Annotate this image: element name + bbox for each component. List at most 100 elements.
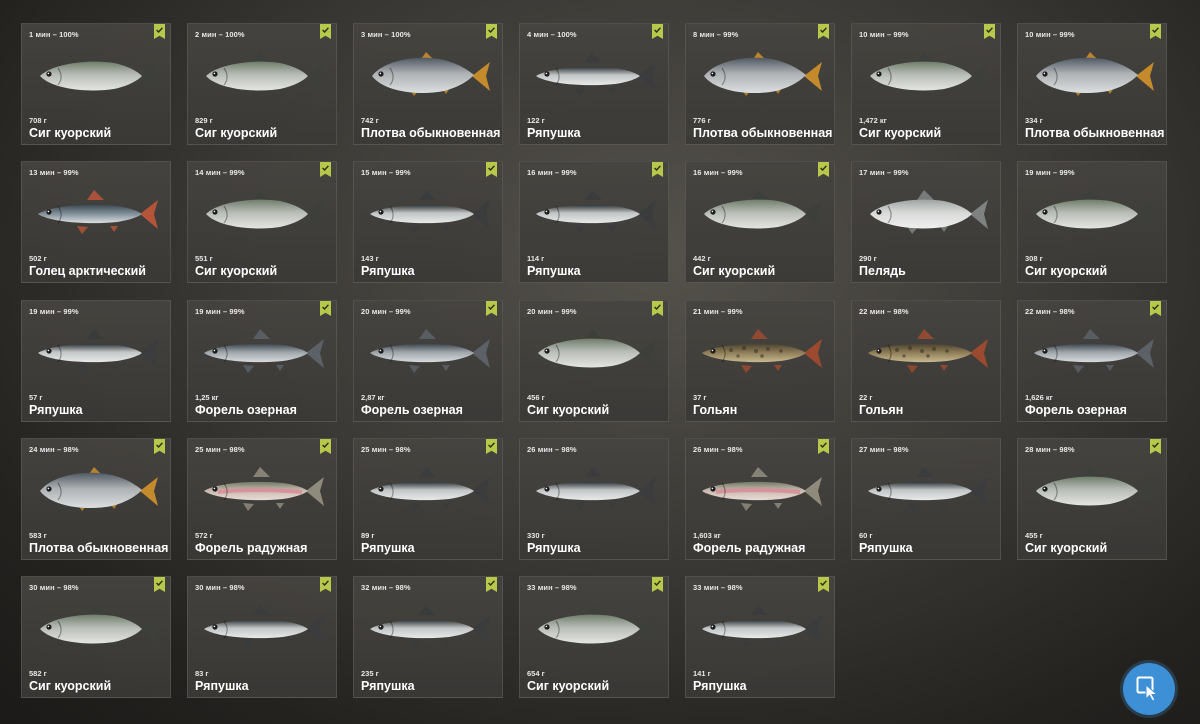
catch-card[interactable]: 32 мин – 98% 235 г Ряпушка: [353, 576, 503, 698]
catch-card[interactable]: 26 мин – 98% 1,603 кг Форель радужная: [685, 438, 835, 560]
cursor-mode-button[interactable]: [1123, 663, 1175, 715]
catch-weight: 455 г: [1025, 531, 1043, 540]
bookmark-check-icon: [154, 577, 165, 592]
fish-name: Ряпушка: [29, 403, 83, 417]
fish-image: [862, 46, 992, 106]
fish-name: Сиг куорский: [29, 679, 112, 693]
fish-name: Ряпушка: [527, 541, 581, 555]
catch-card[interactable]: 10 мин – 99% 1,472 кг Сиг куорский: [851, 23, 1001, 145]
catch-card[interactable]: 33 мин – 98% 141 г Ряпушка: [685, 576, 835, 698]
catch-weight: 141 г: [693, 669, 711, 678]
catch-weight: 334 г: [1025, 116, 1043, 125]
catch-card[interactable]: 20 мин – 99% 456 г Сиг куорский: [519, 300, 669, 422]
fish-image: [696, 46, 826, 106]
catch-weight: 708 г: [29, 116, 47, 125]
catch-card[interactable]: 19 мин – 99% 308 г Сиг куорский: [1017, 161, 1167, 283]
catch-card[interactable]: 20 мин – 99% 2,87 кг Форель озерная: [353, 300, 503, 422]
bookmark-check-icon: [818, 439, 829, 454]
catch-weight: 551 г: [195, 254, 213, 263]
catch-weight: 60 г: [859, 531, 873, 540]
catch-card[interactable]: 19 мин – 99% 1,25 кг Форель озерная: [187, 300, 337, 422]
catch-card[interactable]: 14 мин – 99% 551 г Сиг куорский: [187, 161, 337, 283]
bookmark-check-icon: [486, 24, 497, 39]
catch-card[interactable]: 30 мин – 98% 83 г Ряпушка: [187, 576, 337, 698]
catch-card[interactable]: 19 мин – 99% 57 г Ряпушка: [21, 300, 171, 422]
fish-image: [530, 184, 660, 244]
bookmark-check-icon: [818, 162, 829, 177]
catch-weight: 308 г: [1025, 254, 1043, 263]
bookmark-check-icon: [320, 301, 331, 316]
catch-card[interactable]: 22 мин – 98% 1,626 кг Форель озерная: [1017, 300, 1167, 422]
fish-name: Ряпушка: [195, 679, 249, 693]
catch-weight: 2,87 кг: [361, 393, 385, 402]
whitefish-icon: [538, 329, 656, 373]
rainbow-trout-icon: [204, 467, 324, 511]
fish-image: [530, 599, 660, 659]
catch-card[interactable]: 10 мин – 99% 334 г Плотва обыкновенная: [1017, 23, 1167, 145]
fish-name: Плотва обыкновенная: [693, 126, 833, 140]
catch-card[interactable]: 8 мин – 99% 776 г Плотва обыкновенная: [685, 23, 835, 145]
fish-image: [364, 461, 494, 521]
rainbow-trout-icon: [702, 467, 822, 511]
fish-image: [364, 599, 494, 659]
whitefish-icon: [1036, 467, 1154, 511]
bookmark-check-icon: [320, 439, 331, 454]
catch-time: 22 мин – 98%: [1025, 307, 1075, 316]
catch-card[interactable]: 17 мин – 99% 290 г Пелядь: [851, 161, 1001, 283]
catch-weight: 122 г: [527, 116, 545, 125]
fish-name: Сиг куорский: [859, 126, 942, 140]
catch-card[interactable]: 25 мин – 98% 89 г Ряпушка: [353, 438, 503, 560]
catch-weight: 654 г: [527, 669, 545, 678]
catch-card[interactable]: 16 мин – 99% 114 г Ряпушка: [519, 161, 669, 283]
catch-card[interactable]: 4 мин – 100% 122 г Ряпушка: [519, 23, 669, 145]
fish-image: [530, 323, 660, 383]
catch-time: 19 мин – 99%: [29, 307, 79, 316]
catch-time: 8 мин – 99%: [693, 30, 739, 39]
fish-name: Ряпушка: [527, 264, 581, 278]
catch-card[interactable]: 33 мин – 98% 654 г Сиг куорский: [519, 576, 669, 698]
bookmark-check-icon: [1150, 439, 1161, 454]
roach-icon: [372, 52, 490, 96]
fish-image: [364, 184, 494, 244]
catch-card[interactable]: 3 мин – 100% 742 г Плотва обыкновенная: [353, 23, 503, 145]
catch-card[interactable]: 2 мин – 100% 829 г Сиг куорский: [187, 23, 337, 145]
catch-card[interactable]: 15 мин – 99% 143 г Ряпушка: [353, 161, 503, 283]
bookmark-check-icon: [486, 162, 497, 177]
fish-name: Плотва обыкновенная: [1025, 126, 1165, 140]
catch-card[interactable]: 21 мин – 99% 37 г Гольян: [685, 300, 835, 422]
catch-card[interactable]: 25 мин – 98% 572 г Форель радужная: [187, 438, 337, 560]
fish-image: [364, 46, 494, 106]
catch-weight: 235 г: [361, 669, 379, 678]
catch-card[interactable]: 13 мин – 99% 502 г Голец арктический: [21, 161, 171, 283]
fish-image: [32, 461, 162, 521]
catch-weight: 330 г: [527, 531, 545, 540]
bookmark-check-icon: [486, 439, 497, 454]
fish-name: Сиг куорский: [195, 264, 278, 278]
fish-image: [862, 184, 992, 244]
fish-image: [696, 323, 826, 383]
catch-card[interactable]: 1 мин – 100% 708 г Сиг куорский: [21, 23, 171, 145]
catch-time: 17 мин – 99%: [859, 168, 909, 177]
catch-time: 24 мин – 98%: [29, 445, 79, 454]
cursor-icon: [1136, 676, 1159, 702]
fish-image: [32, 323, 162, 383]
fish-name: Ряпушка: [527, 126, 581, 140]
catch-card[interactable]: 28 мин – 98% 455 г Сиг куорский: [1017, 438, 1167, 560]
catch-time: 3 мин – 100%: [361, 30, 411, 39]
catch-card[interactable]: 27 мин – 98% 60 г Ряпушка: [851, 438, 1001, 560]
fish-image: [696, 184, 826, 244]
catch-card[interactable]: 26 мин – 98% 330 г Ряпушка: [519, 438, 669, 560]
catch-card[interactable]: 24 мин – 98% 583 г Плотва обыкновенная: [21, 438, 171, 560]
catch-card[interactable]: 22 мин – 98% 22 г Гольян: [851, 300, 1001, 422]
catch-time: 21 мин – 99%: [693, 307, 743, 316]
fish-image: [1028, 323, 1158, 383]
vendace-icon: [536, 467, 656, 511]
vendace-icon: [204, 605, 324, 649]
catch-card[interactable]: 30 мин – 98% 582 г Сиг куорский: [21, 576, 171, 698]
catch-time: 2 мин – 100%: [195, 30, 245, 39]
fish-name: Голец арктический: [29, 264, 146, 278]
bookmark-check-icon: [486, 301, 497, 316]
catch-card[interactable]: 16 мин – 99% 442 г Сиг куорский: [685, 161, 835, 283]
bookmark-check-icon: [1150, 301, 1161, 316]
bookmark-check-icon: [154, 439, 165, 454]
